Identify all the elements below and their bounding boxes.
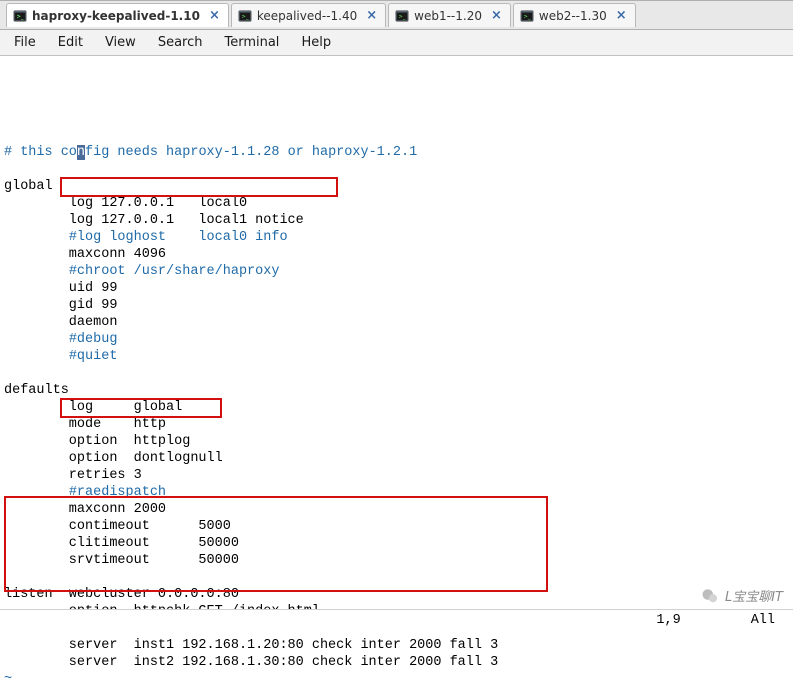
code-line: maxconn 4096 [4, 246, 789, 263]
svg-text:>_: >_ [241, 13, 248, 19]
menu-help[interactable]: Help [297, 33, 335, 52]
code-line: option dontlognull [4, 450, 789, 467]
scroll-indicator: All [751, 613, 775, 628]
code-line: # this config needs haproxy-1.1.28 or ha… [4, 144, 789, 161]
code-line: listen webcluster 0.0.0.0:80 [4, 586, 789, 603]
code-line: server inst2 192.168.1.30:80 check inter… [4, 654, 789, 671]
close-icon[interactable]: × [616, 8, 627, 23]
tab-bar: >_ haproxy-keepalived-1.10 × >_ keepaliv… [0, 0, 793, 30]
code-line [4, 161, 789, 178]
svg-text:>_: >_ [399, 13, 406, 19]
code-line: defaults [4, 382, 789, 399]
tab-keepalived[interactable]: >_ keepalived--1.40 × [231, 3, 386, 27]
terminal-icon: >_ [520, 9, 534, 23]
status-bar: 1,9 All [0, 609, 793, 631]
terminal-icon: >_ [238, 9, 252, 23]
code-line: clitimeout 50000 [4, 535, 789, 552]
code-line: maxconn 2000 [4, 501, 789, 518]
code-line: #quiet [4, 348, 789, 365]
tab-web2[interactable]: >_ web2--1.30 × [513, 3, 636, 27]
menu-bar: File Edit View Search Terminal Help [0, 30, 793, 56]
editor-area[interactable]: # this config needs haproxy-1.1.28 or ha… [0, 56, 793, 691]
code-line: option httplog [4, 433, 789, 450]
tab-label: keepalived--1.40 [257, 9, 357, 23]
cursor-position: 1,9 [656, 613, 680, 628]
tab-label: web2--1.30 [539, 9, 607, 23]
code-line [4, 569, 789, 586]
close-icon[interactable]: × [491, 8, 502, 23]
code-line: retries 3 [4, 467, 789, 484]
watermark: L宝宝聊IT [701, 586, 783, 605]
code-line: log 127.0.0.1 local0 [4, 195, 789, 212]
svg-text:>_: >_ [523, 13, 530, 19]
menu-search[interactable]: Search [154, 33, 207, 52]
watermark-text: L宝宝聊IT [725, 586, 783, 605]
close-icon[interactable]: × [366, 8, 377, 23]
terminal-icon: >_ [395, 9, 409, 23]
code-line: #log loghost local0 info [4, 229, 789, 246]
close-icon[interactable]: × [209, 8, 220, 23]
code-line: ~ [4, 671, 789, 688]
code-line: #raedispatch [4, 484, 789, 501]
code-line: global [4, 178, 789, 195]
menu-view[interactable]: View [101, 33, 140, 52]
code-line: #chroot /usr/share/haproxy [4, 263, 789, 280]
svg-text:>_: >_ [17, 13, 24, 19]
code-line: daemon [4, 314, 789, 331]
tab-label: web1--1.20 [414, 9, 482, 23]
terminal-icon: >_ [13, 9, 27, 23]
code-line: srvtimeout 50000 [4, 552, 789, 569]
code-line: uid 99 [4, 280, 789, 297]
code-line: contimeout 5000 [4, 518, 789, 535]
code-line: gid 99 [4, 297, 789, 314]
code-line: #debug [4, 331, 789, 348]
tab-haproxy[interactable]: >_ haproxy-keepalived-1.10 × [6, 3, 229, 27]
menu-file[interactable]: File [10, 33, 40, 52]
menu-edit[interactable]: Edit [54, 33, 87, 52]
menu-terminal[interactable]: Terminal [220, 33, 283, 52]
code-line: server inst1 192.168.1.20:80 check inter… [4, 637, 789, 654]
wechat-icon [701, 587, 719, 605]
text-cursor: n [77, 145, 85, 160]
code-line: log global [4, 399, 789, 416]
code-line: log 127.0.0.1 local1 notice [4, 212, 789, 229]
code-line: mode http [4, 416, 789, 433]
code-line [4, 365, 789, 382]
tab-web1[interactable]: >_ web1--1.20 × [388, 3, 511, 27]
tab-label: haproxy-keepalived-1.10 [32, 9, 200, 23]
